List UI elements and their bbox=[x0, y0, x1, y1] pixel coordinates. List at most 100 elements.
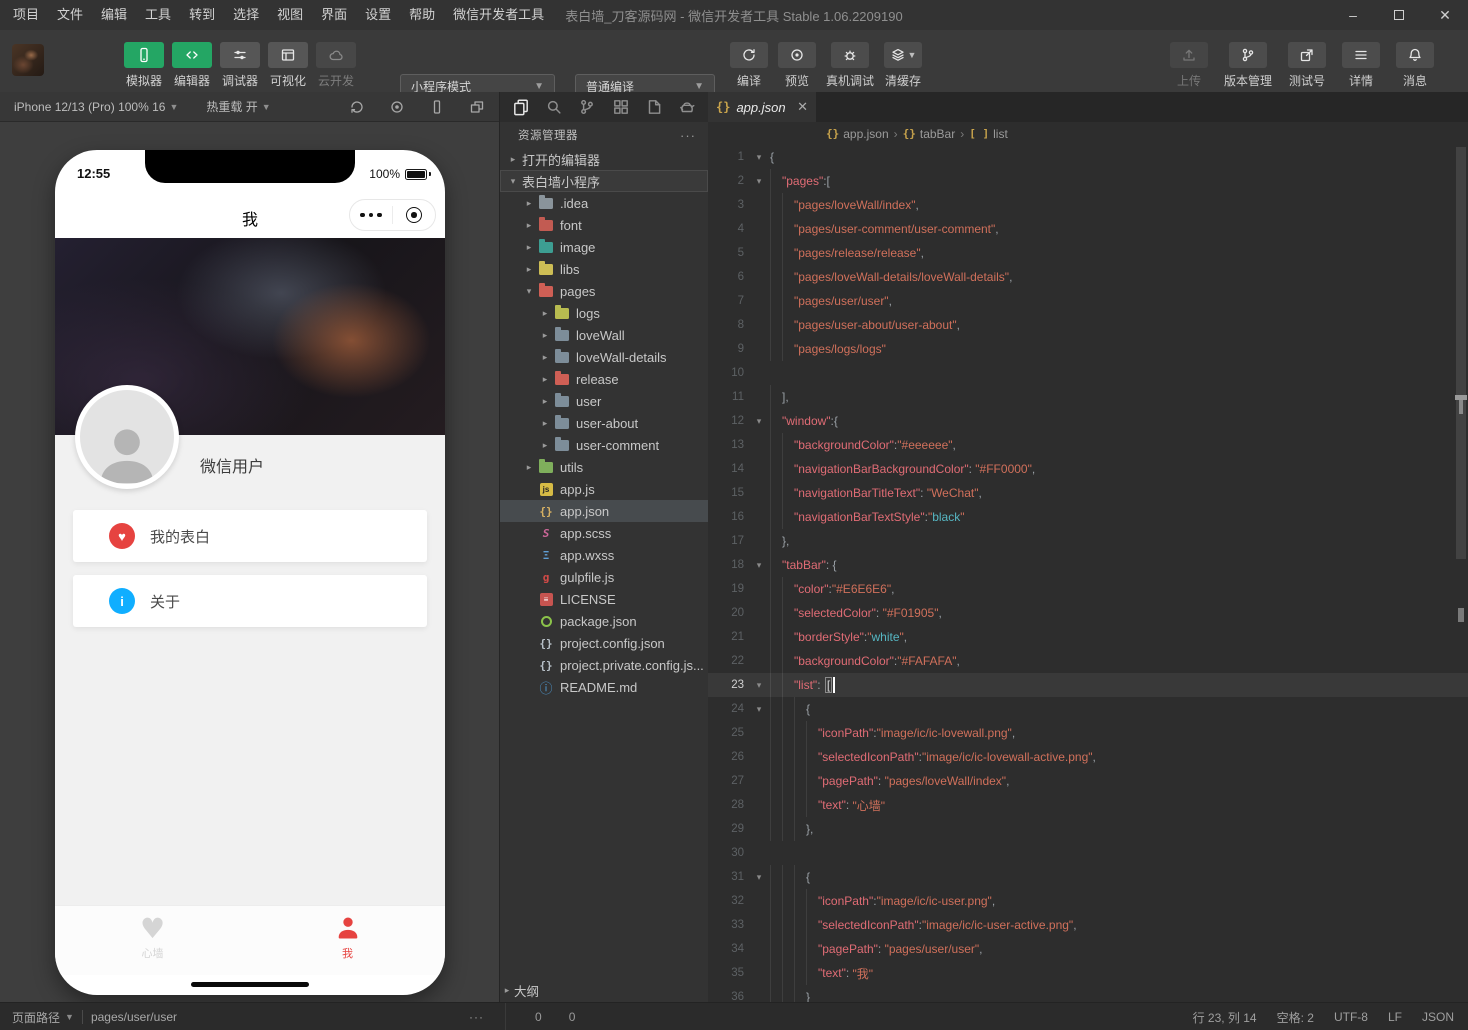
fold-chevron-icon[interactable]: ▾ bbox=[748, 176, 770, 187]
tree-item[interactable]: ▸user bbox=[500, 390, 708, 412]
device-frame-icon[interactable] bbox=[429, 99, 445, 115]
outline-section[interactable]: ▸ 大纲 bbox=[500, 978, 708, 1002]
teapot-icon[interactable] bbox=[678, 98, 696, 116]
tree-item[interactable]: ▸.idea bbox=[500, 192, 708, 214]
menu-item-0[interactable]: 项目 bbox=[4, 0, 48, 30]
code-editor[interactable]: 1▾{2▾"pages":[3"pages/loveWall/index",4"… bbox=[708, 145, 1468, 1002]
statusbar-item-1[interactable]: 空格: 2 bbox=[1277, 1009, 1314, 1026]
bookmark-icon[interactable] bbox=[740, 125, 764, 143]
tree-item[interactable]: ▾表白墙小程序 bbox=[500, 170, 708, 192]
statusbar-item-2[interactable]: UTF-8 bbox=[1334, 1010, 1368, 1024]
profile-menu-item-1[interactable]: i关于 bbox=[73, 575, 427, 627]
menu-item-10[interactable]: 微信开发者工具 bbox=[444, 0, 553, 30]
tree-item[interactable]: ▸utils bbox=[500, 456, 708, 478]
debug-icon[interactable] bbox=[405, 1010, 419, 1024]
tree-item[interactable]: ≡LICENSE bbox=[500, 588, 708, 610]
fold-chevron-icon[interactable]: ▾ bbox=[748, 152, 770, 163]
detach-window-icon[interactable] bbox=[469, 99, 485, 115]
panel-toggle-模拟器[interactable]: 模拟器 bbox=[120, 30, 168, 92]
minimize-button[interactable]: – bbox=[1330, 0, 1376, 30]
tree-item[interactable]: jsapp.js bbox=[500, 478, 708, 500]
screenshot-icon[interactable] bbox=[389, 99, 405, 115]
close-button[interactable]: ✕ bbox=[1422, 0, 1468, 30]
phone-preview[interactable]: 12:55 100% 我 bbox=[55, 150, 445, 995]
capsule-button[interactable] bbox=[349, 199, 436, 231]
action-清缓存[interactable]: ▼清缓存 bbox=[884, 30, 922, 92]
fold-chevron-icon[interactable]: ▾ bbox=[748, 680, 770, 691]
action-预览[interactable]: 预览 bbox=[778, 30, 816, 92]
menu-item-7[interactable]: 界面 bbox=[312, 0, 356, 30]
action-测试号[interactable]: 测试号 bbox=[1288, 30, 1326, 92]
tree-item[interactable]: ▸image bbox=[500, 236, 708, 258]
tree-item[interactable]: ▸user-comment bbox=[500, 434, 708, 456]
menu-item-5[interactable]: 选择 bbox=[224, 0, 268, 30]
action-编译[interactable]: 编译 bbox=[730, 30, 768, 92]
preview-icon[interactable] bbox=[437, 1010, 451, 1024]
tree-item[interactable]: Ξapp.wxss bbox=[500, 544, 708, 566]
tree-item[interactable]: ggulpfile.js bbox=[500, 566, 708, 588]
tree-item[interactable]: ▸打开的编辑器 bbox=[500, 148, 708, 170]
tree-item[interactable]: Sapp.scss bbox=[500, 522, 708, 544]
fold-chevron-icon[interactable]: ▾ bbox=[748, 416, 770, 427]
statusbar-item-4[interactable]: JSON bbox=[1422, 1010, 1454, 1024]
problems-indicator[interactable]: 0 0 bbox=[518, 1003, 575, 1030]
fold-chevron-icon[interactable]: ▾ bbox=[748, 704, 770, 715]
menu-item-1[interactable]: 文件 bbox=[48, 0, 92, 30]
rotate-icon[interactable] bbox=[349, 99, 365, 115]
action-真机调试[interactable]: 真机调试 bbox=[826, 30, 874, 92]
forward-icon[interactable] bbox=[788, 125, 812, 143]
files-icon[interactable] bbox=[512, 98, 530, 116]
profile-avatar[interactable] bbox=[75, 385, 179, 489]
menu-item-8[interactable]: 设置 bbox=[356, 0, 400, 30]
action-消息[interactable]: 消息 bbox=[1396, 30, 1434, 92]
tree-item[interactable]: {}project.config.json bbox=[500, 632, 708, 654]
tree-item[interactable]: ▸loveWall bbox=[500, 324, 708, 346]
back-icon[interactable] bbox=[764, 125, 788, 143]
tab-app-json[interactable]: {} app.json ✕ bbox=[708, 92, 816, 122]
action-版本管理[interactable]: 版本管理 bbox=[1224, 30, 1272, 92]
tree-item[interactable]: ▸logs bbox=[500, 302, 708, 324]
hot-reload-toggle[interactable]: 热重载 开 ▼ bbox=[206, 98, 270, 115]
panel-toggle-云开发[interactable]: 云开发 bbox=[312, 30, 360, 92]
tab-心墙[interactable]: ♥心墙 bbox=[55, 906, 250, 975]
menu-item-4[interactable]: 转到 bbox=[180, 0, 224, 30]
tree-item[interactable]: ▸libs bbox=[500, 258, 708, 280]
page-path-selector[interactable]: 页面路径 ▼ bbox=[12, 1009, 74, 1026]
document-icon[interactable] bbox=[645, 98, 663, 116]
user-avatar[interactable] bbox=[12, 44, 44, 76]
panel-toggle-可视化[interactable]: 可视化 bbox=[264, 30, 312, 92]
tree-item[interactable]: {}project.private.config.js... bbox=[500, 654, 708, 676]
maximize-button[interactable] bbox=[1376, 0, 1422, 30]
tab-我[interactable]: 我 bbox=[250, 906, 445, 975]
exit-icon[interactable] bbox=[393, 207, 435, 223]
fold-chevron-icon[interactable]: ▾ bbox=[748, 560, 770, 571]
search-icon[interactable] bbox=[545, 98, 563, 116]
menu-item-2[interactable]: 编辑 bbox=[92, 0, 136, 30]
menu-item-9[interactable]: 帮助 bbox=[400, 0, 444, 30]
extensions-icon[interactable] bbox=[612, 98, 630, 116]
menu-item-3[interactable]: 工具 bbox=[136, 0, 180, 30]
tree-item[interactable]: package.json bbox=[500, 610, 708, 632]
breadcrumb-item-app.json[interactable]: {}app.json bbox=[826, 127, 889, 141]
tree-item[interactable]: ⓘREADME.md bbox=[500, 676, 708, 698]
copy-icon[interactable] bbox=[185, 1011, 198, 1024]
fold-chevron-icon[interactable]: ▾ bbox=[748, 872, 770, 883]
profile-menu-item-0[interactable]: ♥我的表白 bbox=[73, 510, 427, 562]
outline-toggle-icon[interactable] bbox=[716, 125, 740, 143]
panel-toggle-编辑器[interactable]: 编辑器 bbox=[168, 30, 216, 92]
close-icon[interactable]: ✕ bbox=[797, 99, 808, 115]
tree-item[interactable]: ▸font bbox=[500, 214, 708, 236]
action-详情[interactable]: 详情 bbox=[1342, 30, 1380, 92]
tree-item[interactable]: {}app.json bbox=[500, 500, 708, 522]
tree-item[interactable]: ▸user-about bbox=[500, 412, 708, 434]
source-control-icon[interactable] bbox=[578, 98, 596, 116]
breadcrumb-item-tabBar[interactable]: {}tabBar bbox=[903, 127, 956, 141]
tree-item[interactable]: ▸release bbox=[500, 368, 708, 390]
statusbar-item-0[interactable]: 行 23, 列 14 bbox=[1193, 1009, 1257, 1026]
more-icon[interactable]: ··· bbox=[469, 1010, 484, 1024]
more-actions-icon[interactable]: ··· bbox=[680, 128, 696, 143]
more-icon[interactable] bbox=[350, 213, 392, 218]
tree-item[interactable]: ▸loveWall-details bbox=[500, 346, 708, 368]
menu-item-6[interactable]: 视图 bbox=[268, 0, 312, 30]
tree-item[interactable]: ▾pages bbox=[500, 280, 708, 302]
